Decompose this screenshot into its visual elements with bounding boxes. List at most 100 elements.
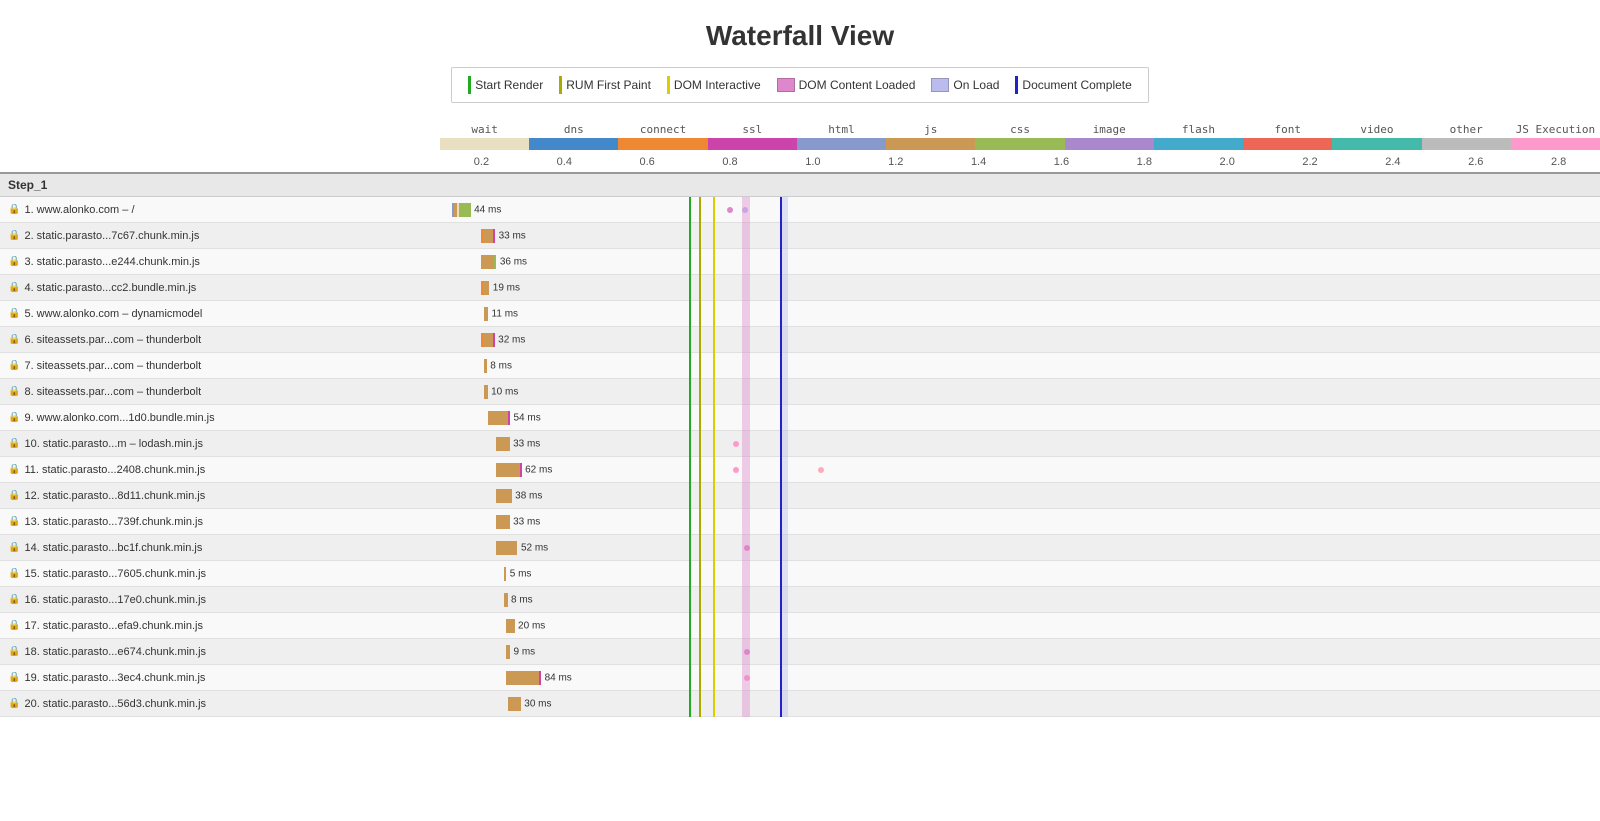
type-label: css xyxy=(975,123,1064,136)
resource-bar xyxy=(496,541,518,555)
lock-icon: 🔒 xyxy=(8,594,20,605)
resource-bar xyxy=(481,333,494,347)
bar-segment xyxy=(484,385,488,399)
table-row: 🔒11. static.parasto...2408.chunk.min.js6… xyxy=(0,457,1600,483)
row-resource-label: 3. static.parasto...e244.chunk.min.js xyxy=(24,256,199,268)
bar-segment xyxy=(506,645,510,659)
type-label: wait xyxy=(440,123,529,136)
bar-segment xyxy=(496,489,512,503)
row-timeline: 54 ms xyxy=(440,405,1600,430)
timeline-tick: 0.8 xyxy=(689,156,772,168)
row-timeline: 52 ms xyxy=(440,535,1600,560)
resource-bar xyxy=(506,645,510,659)
resource-type-labels: waitdnsconnectsslhtmljscssimageflashfont… xyxy=(0,123,1600,138)
timing-dot xyxy=(733,467,739,473)
lock-icon: 🔒 xyxy=(8,412,20,423)
legend-item: RUM First Paint xyxy=(559,76,651,94)
table-row: 🔒12. static.parasto...8d11.chunk.min.js 3… xyxy=(0,483,1600,509)
lock-icon: 🔒 xyxy=(8,646,20,657)
timing-label: 33 ms xyxy=(513,438,540,449)
timing-dot xyxy=(744,649,750,655)
timeline-tick: 1.0 xyxy=(771,156,854,168)
bar-segment xyxy=(520,463,522,477)
row-resource-label: 17. static.parasto...efa9.chunk.min.js xyxy=(24,620,203,632)
row-label: 🔒13. static.parasto...739f.chunk.min.js xyxy=(0,516,440,528)
color-swatch xyxy=(1422,138,1511,150)
row-resource-label: 4. static.parasto...cc2.bundle.min.js xyxy=(24,282,196,294)
type-label: connect xyxy=(618,123,707,136)
timeline-tick: 0.2 xyxy=(440,156,523,168)
row-resource-label: 6. siteassets.par...com – thunderbolt xyxy=(24,334,201,346)
color-swatch xyxy=(886,138,975,150)
timing-label: 8 ms xyxy=(490,360,512,371)
type-label: video xyxy=(1332,123,1421,136)
bar-segment xyxy=(459,203,471,217)
lock-icon: 🔒 xyxy=(8,308,20,319)
row-label: 🔒 6. siteassets.par...com – thunderbolt xyxy=(0,334,440,346)
timing-dot xyxy=(744,675,750,681)
timing-dot xyxy=(733,441,739,447)
lock-icon: 🔒 xyxy=(8,568,20,579)
row-resource-label: 8. siteassets.par...com – thunderbolt xyxy=(24,386,201,398)
row-timeline: 84 ms xyxy=(440,665,1600,690)
timing-label: 38 ms xyxy=(515,490,542,501)
bar-segment xyxy=(493,229,495,243)
timeline-tick: 1.6 xyxy=(1020,156,1103,168)
timeline-tick: 2.2 xyxy=(1269,156,1352,168)
row-label: 🔒 9. www.alonko.com...1d0.bundle.min.js xyxy=(0,412,440,424)
row-resource-label: 1. www.alonko.com – / xyxy=(24,204,134,216)
resource-bar xyxy=(484,307,489,321)
table-row: 🔒13. static.parasto...739f.chunk.min.js 3… xyxy=(0,509,1600,535)
row-timeline: 9 ms xyxy=(440,639,1600,664)
bar-segment xyxy=(483,333,494,347)
row-resource-label: 20. static.parasto...56d3.chunk.min.js xyxy=(24,698,206,710)
timing-dot xyxy=(744,545,750,551)
timing-label: 54 ms xyxy=(513,412,540,423)
type-label: ssl xyxy=(708,123,797,136)
row-label: 🔒 3. static.parasto...e244.chunk.min.js xyxy=(0,256,440,268)
color-swatch xyxy=(440,138,529,150)
section-header: Step_1 xyxy=(0,174,1600,197)
type-label: image xyxy=(1065,123,1154,136)
lock-icon: 🔒 xyxy=(8,360,20,371)
resource-bar xyxy=(484,385,488,399)
timing-label: 32 ms xyxy=(498,334,525,345)
timing-dot xyxy=(818,467,824,473)
lock-icon: 🔒 xyxy=(8,542,20,553)
row-label: 🔒12. static.parasto...8d11.chunk.min.js xyxy=(0,490,440,502)
color-swatch xyxy=(1065,138,1154,150)
row-resource-label: 18. static.parasto...e674.chunk.min.js xyxy=(24,646,206,658)
bar-segment xyxy=(508,411,510,425)
resource-bar xyxy=(496,463,522,477)
legend-item: DOM Interactive xyxy=(667,76,761,94)
row-resource-label: 13. static.parasto...739f.chunk.min.js xyxy=(24,516,203,528)
table-row: 🔒8. siteassets.par...com – thunderbolt10… xyxy=(0,379,1600,405)
row-timeline: 8 ms xyxy=(440,587,1600,612)
color-swatch xyxy=(1243,138,1332,150)
type-label: other xyxy=(1422,123,1511,136)
timeline-tick: 2.0 xyxy=(1186,156,1269,168)
row-resource-label: 9. www.alonko.com...1d0.bundle.min.js xyxy=(24,412,214,424)
timeline-tick: 0.6 xyxy=(606,156,689,168)
lock-icon: 🔒 xyxy=(8,334,20,345)
resource-swatches xyxy=(0,138,1600,150)
row-timeline: 19 ms xyxy=(440,275,1600,300)
row-timeline: 36 ms xyxy=(440,249,1600,274)
row-timeline: 5 ms xyxy=(440,561,1600,586)
type-label: dns xyxy=(529,123,618,136)
timing-label: 33 ms xyxy=(513,516,540,527)
table-row: 🔒14. static.parasto...bc1f.chunk.min.js5… xyxy=(0,535,1600,561)
row-resource-label: 16. static.parasto...17e0.chunk.min.js xyxy=(24,594,206,606)
table-row: 🔒19. static.parasto...3ec4.chunk.min.js8… xyxy=(0,665,1600,691)
resource-bar xyxy=(506,619,514,633)
row-resource-label: 2. static.parasto...7c67.chunk.min.js xyxy=(24,230,199,242)
timing-label: 20 ms xyxy=(518,620,545,631)
table-row: 🔒20. static.parasto...56d3.chunk.min.js3… xyxy=(0,691,1600,717)
lock-icon: 🔒 xyxy=(8,256,20,267)
bar-segment xyxy=(483,229,493,243)
row-label: 🔒14. static.parasto...bc1f.chunk.min.js xyxy=(0,542,440,554)
resource-bar xyxy=(496,437,510,451)
row-timeline: 62 ms xyxy=(440,457,1600,482)
color-swatch xyxy=(1511,138,1600,150)
color-swatch xyxy=(708,138,797,150)
